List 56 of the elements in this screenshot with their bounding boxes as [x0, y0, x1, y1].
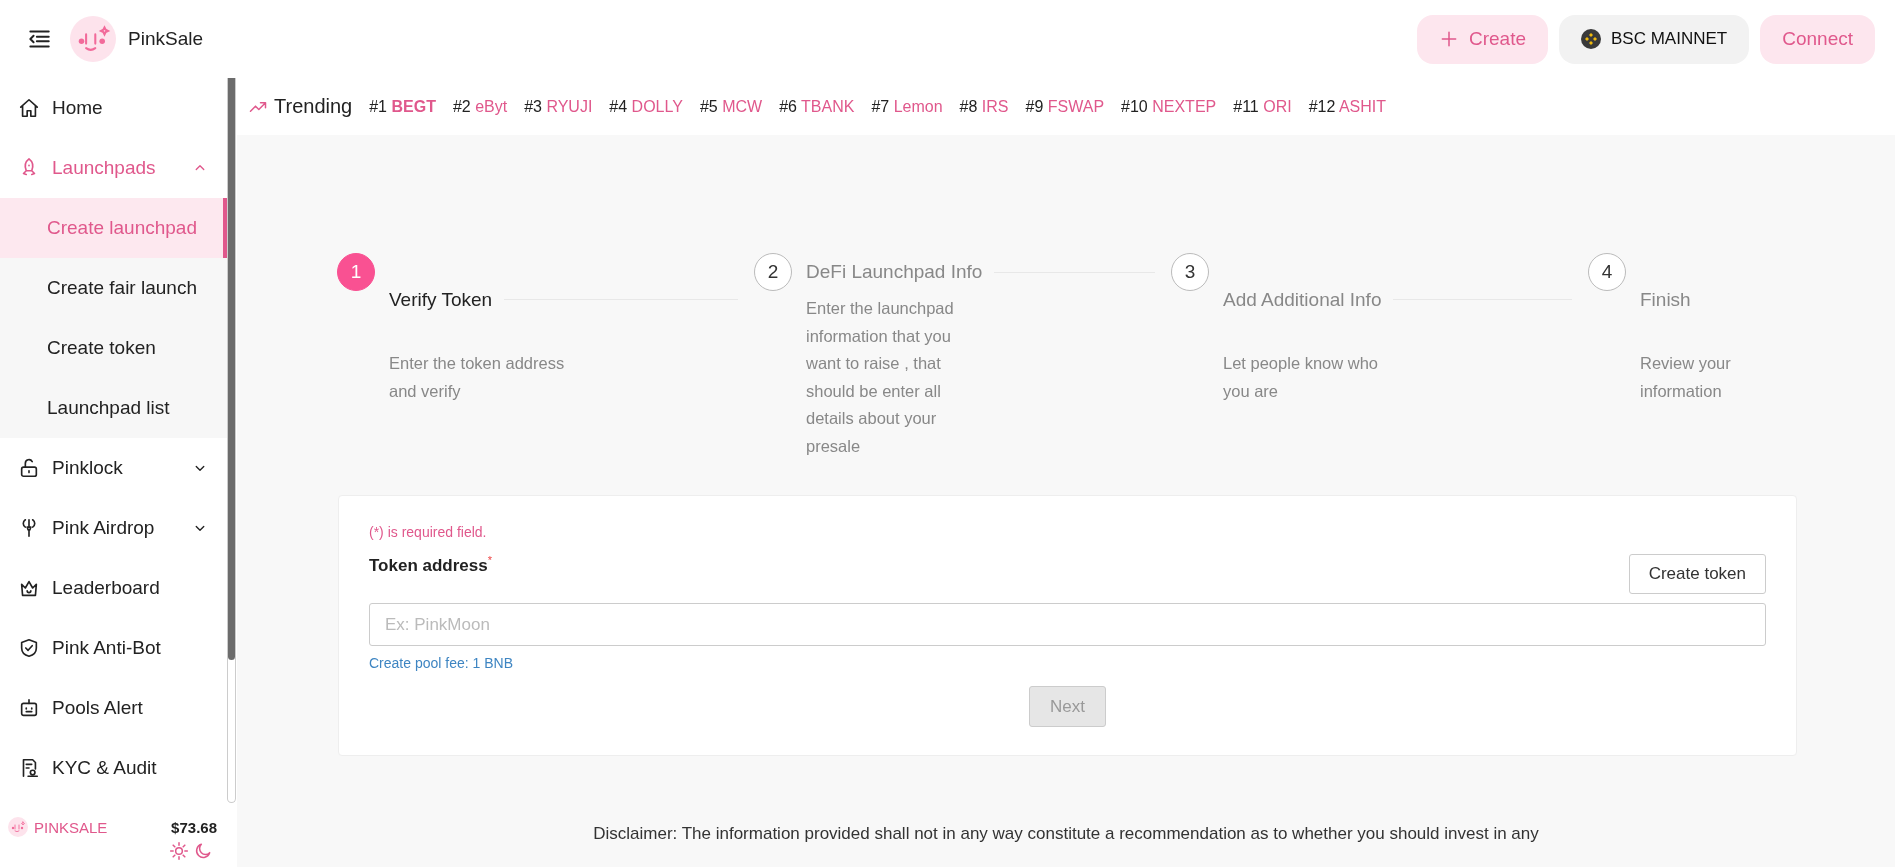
network-button[interactable]: BSC MAINNET [1559, 14, 1750, 64]
trending-link[interactable]: #3 RYUJI [524, 97, 593, 116]
sidebar-item[interactable]: Pinklock [0, 438, 227, 498]
shield-check-icon [18, 637, 40, 659]
padlock-icon [18, 457, 40, 479]
sidebar-item[interactable]: Launchpads [0, 138, 227, 198]
sun-icon [169, 841, 189, 861]
submenu-item[interactable]: Launchpad list [0, 378, 227, 438]
trending-link[interactable]: #1 BEGT [369, 97, 436, 116]
trending-link[interactable]: #11 ORI [1233, 97, 1292, 116]
sidebar-item[interactable]: KYC & Audit [0, 738, 227, 798]
trending-link[interactable]: #8 IRS [959, 97, 1009, 116]
token-logo-icon [8, 817, 28, 837]
logo-icon [70, 16, 116, 62]
submenu-item[interactable]: Create fair launch [0, 258, 227, 318]
coin-icon [1581, 29, 1602, 49]
step-title: DeFi Launchpad Info [806, 261, 983, 283]
house-icon [18, 97, 40, 119]
required-note: (*) is required field. [369, 524, 488, 540]
trending-link[interactable]: #2 eByt [452, 97, 508, 116]
fee-note: Create pool fee: 1 BNB [369, 655, 514, 671]
sidebar-item[interactable]: Pink Airdrop [0, 498, 227, 558]
trending-link[interactable]: #7 Lemon [871, 97, 943, 116]
disclaimer-text: Disclaimer: The information provided shall not in any way constitute a recommendation as to whether you should invest in any [592, 824, 1540, 844]
step-number: 3 [1171, 253, 1209, 291]
step-number: 1 [337, 253, 375, 291]
token-price: $73.68 [171, 818, 217, 836]
trending-title: Trending [274, 95, 353, 118]
step-description: Review your information [1640, 353, 1732, 402]
moon-icon [193, 841, 213, 861]
step-number: 4 [1588, 253, 1626, 291]
step-title: Add Additional Info [1223, 288, 1382, 311]
plus-icon [1439, 29, 1459, 49]
token-name: PINKSALE [34, 818, 108, 836]
step-title: Finish [1640, 288, 1691, 311]
sidebar-item[interactable]: Home [0, 78, 227, 138]
field-label: Token address$^{*}$ [369, 554, 492, 576]
robot-icon [18, 697, 40, 719]
trending-link[interactable]: #9 FSWAP [1025, 97, 1105, 116]
step-number: 2 [754, 253, 792, 291]
sidebar-item[interactable]: Pink Anti-Bot [0, 618, 227, 678]
sidebar-item[interactable]: Pools Alert [0, 678, 227, 738]
trending-link[interactable]: #5 MCW [699, 97, 763, 116]
trending-link[interactable]: #6 TBANK [779, 97, 855, 116]
step-description: Enter the token address and verify [389, 353, 566, 402]
step-title: Verify Token [389, 288, 493, 311]
step-description: Let people know who you are [1223, 353, 1380, 402]
step-description: Enter the launchpad information that you want to raise , that should be enter all details about your presale [806, 298, 955, 457]
trending-link[interactable]: #4 DOLLY [609, 97, 683, 116]
trending-link[interactable]: #10 NEXTEP [1121, 97, 1217, 116]
token-address-field[interactable]: Ex: PinkMoon [369, 603, 1766, 646]
sidebar-item[interactable]: Leaderboard [0, 558, 227, 618]
trending-link[interactable]: #12 ASHIT [1308, 97, 1387, 116]
brand-name: PinkSale [128, 28, 203, 50]
submenu-item[interactable]: Create token [0, 318, 227, 378]
create-token-button[interactable]: Create token [1628, 554, 1766, 594]
